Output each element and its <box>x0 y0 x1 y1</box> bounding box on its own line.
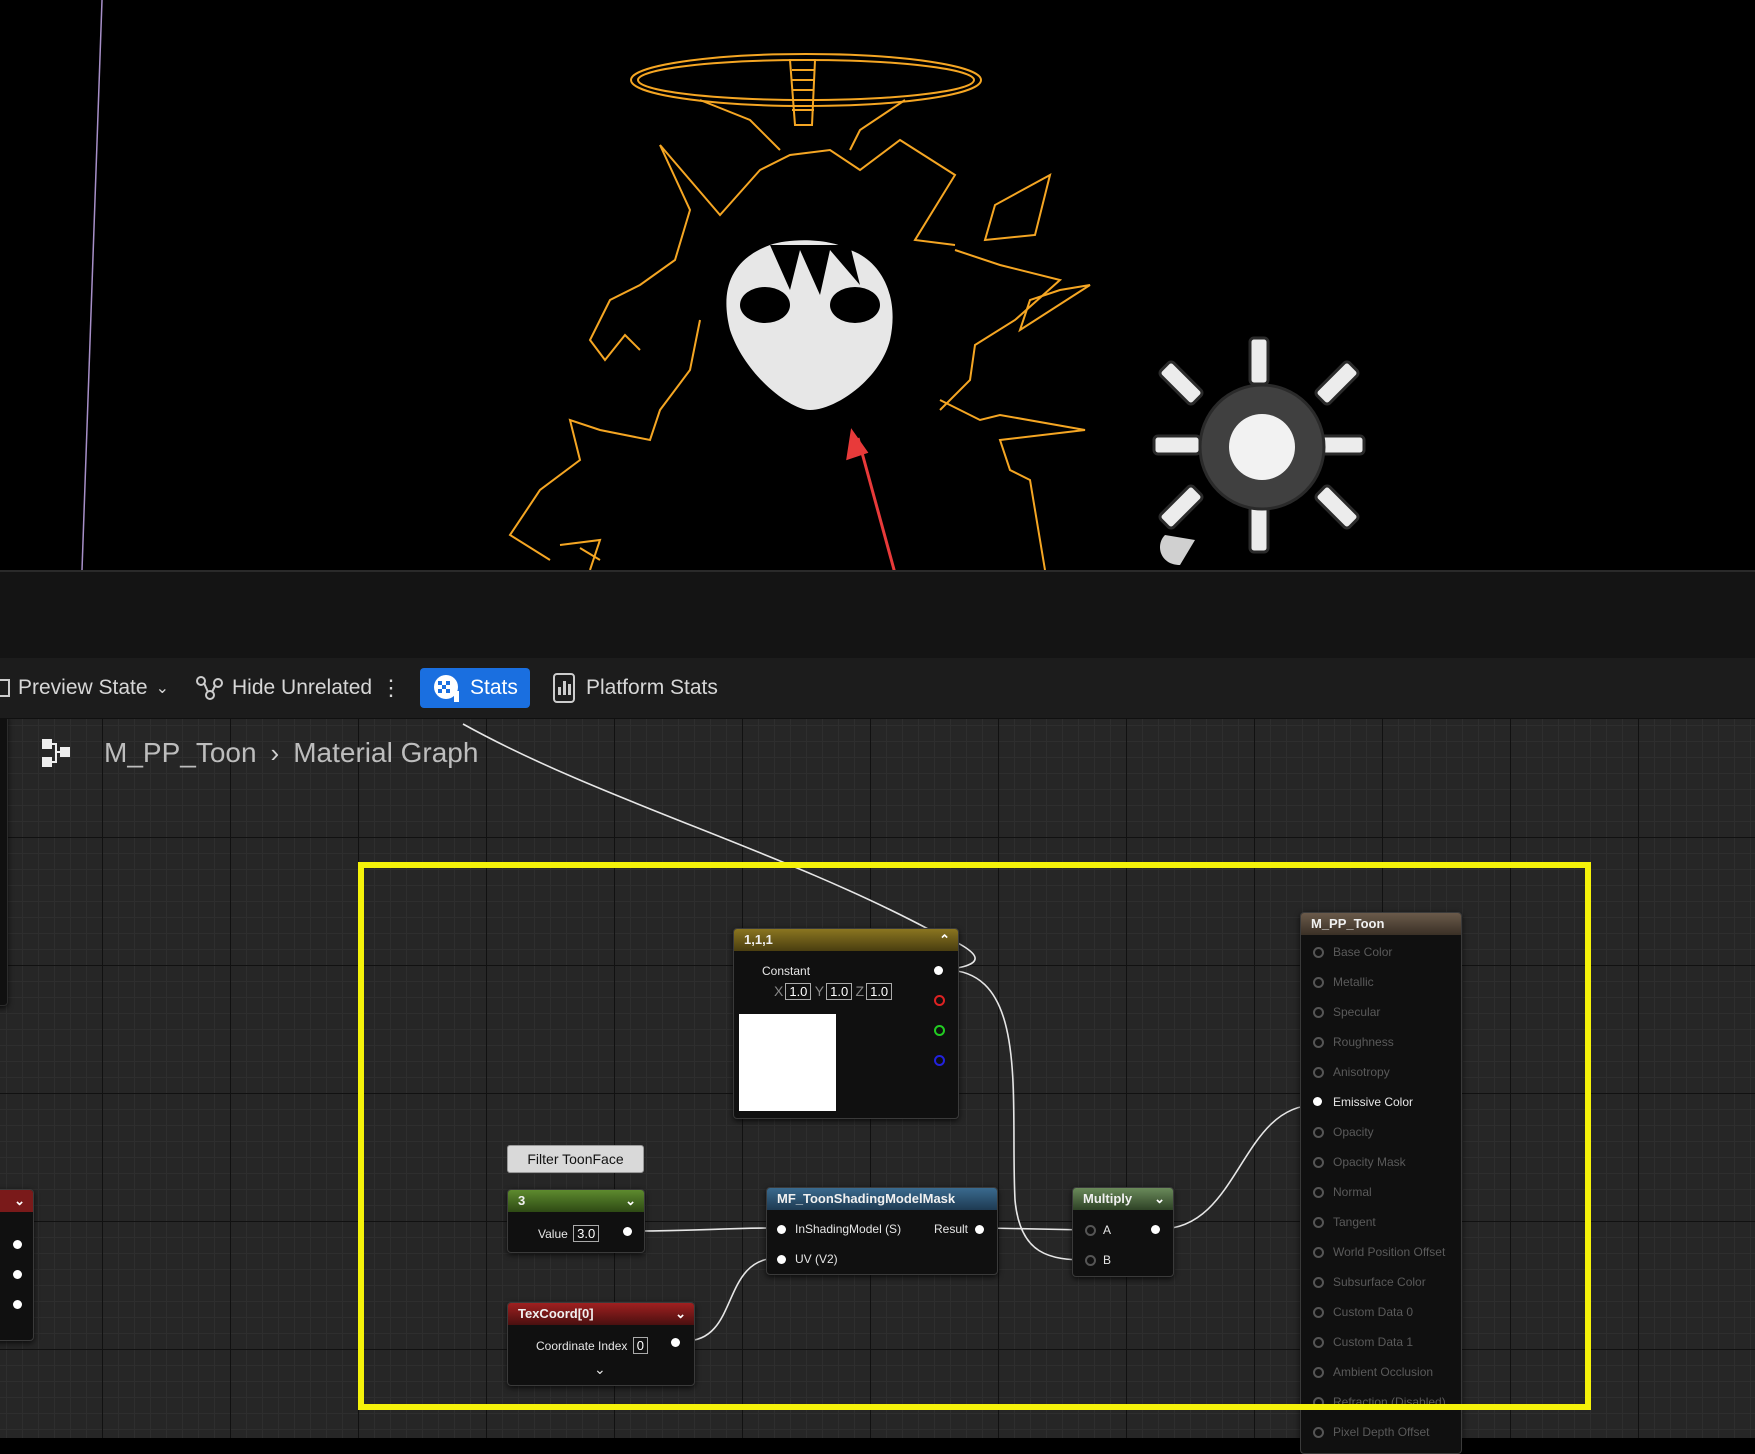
chevron-down-icon: ⌄ <box>155 680 169 697</box>
hide-unrelated-label: Hide Unrelated <box>232 676 373 699</box>
result-input-pin[interactable] <box>1313 1427 1324 1438</box>
preview-state-label: Preview State <box>18 676 148 699</box>
stats-icon <box>434 675 459 702</box>
light-gizmo-icon <box>1152 336 1366 565</box>
hide-unrelated-button[interactable]: Hide Unrelated <box>196 658 372 718</box>
breadcrumb-asset[interactable]: M_PP_Toon <box>104 737 257 769</box>
chevron-right-icon: › <box>270 737 280 768</box>
viewport-statusbar <box>0 570 1755 660</box>
preview-scene <box>81 0 1366 570</box>
annotation-arrow <box>846 428 896 570</box>
stats-label: Stats <box>470 676 518 699</box>
more-options-icon[interactable]: ⋮ <box>380 658 402 718</box>
output-pin[interactable] <box>13 1240 22 1249</box>
toon-face <box>726 240 893 410</box>
nodes-icon <box>196 676 223 700</box>
graph-icon <box>0 679 10 697</box>
stats-button[interactable]: Stats <box>420 668 530 708</box>
preview-state-button[interactable]: Preview State ⌄ <box>0 658 169 718</box>
graph-toolbar: Preview State ⌄ Hide Unrelated ⋮ Stats P… <box>0 658 1755 719</box>
material-graph-icon <box>42 739 70 767</box>
material-preview-viewport[interactable] <box>0 0 1755 570</box>
output-pin[interactable] <box>13 1300 22 1309</box>
chevron-down-icon[interactable]: ⌄ <box>14 1190 25 1212</box>
highlight-annotation-box <box>358 862 1591 1410</box>
breadcrumb: M_PP_Toon › Material Graph <box>40 731 478 775</box>
platform-stats-button[interactable]: Platform Stats <box>552 658 718 718</box>
platform-stats-icon <box>553 673 575 703</box>
output-pin[interactable] <box>13 1270 22 1279</box>
result-input-label: Pixel Depth Offset <box>1333 1425 1430 1439</box>
offscreen-panel <box>0 719 8 1006</box>
platform-stats-label: Platform Stats <box>586 676 718 699</box>
breadcrumb-graph[interactable]: Material Graph <box>293 737 478 769</box>
offscreen-node[interactable]: ⌄ <box>0 1189 34 1341</box>
